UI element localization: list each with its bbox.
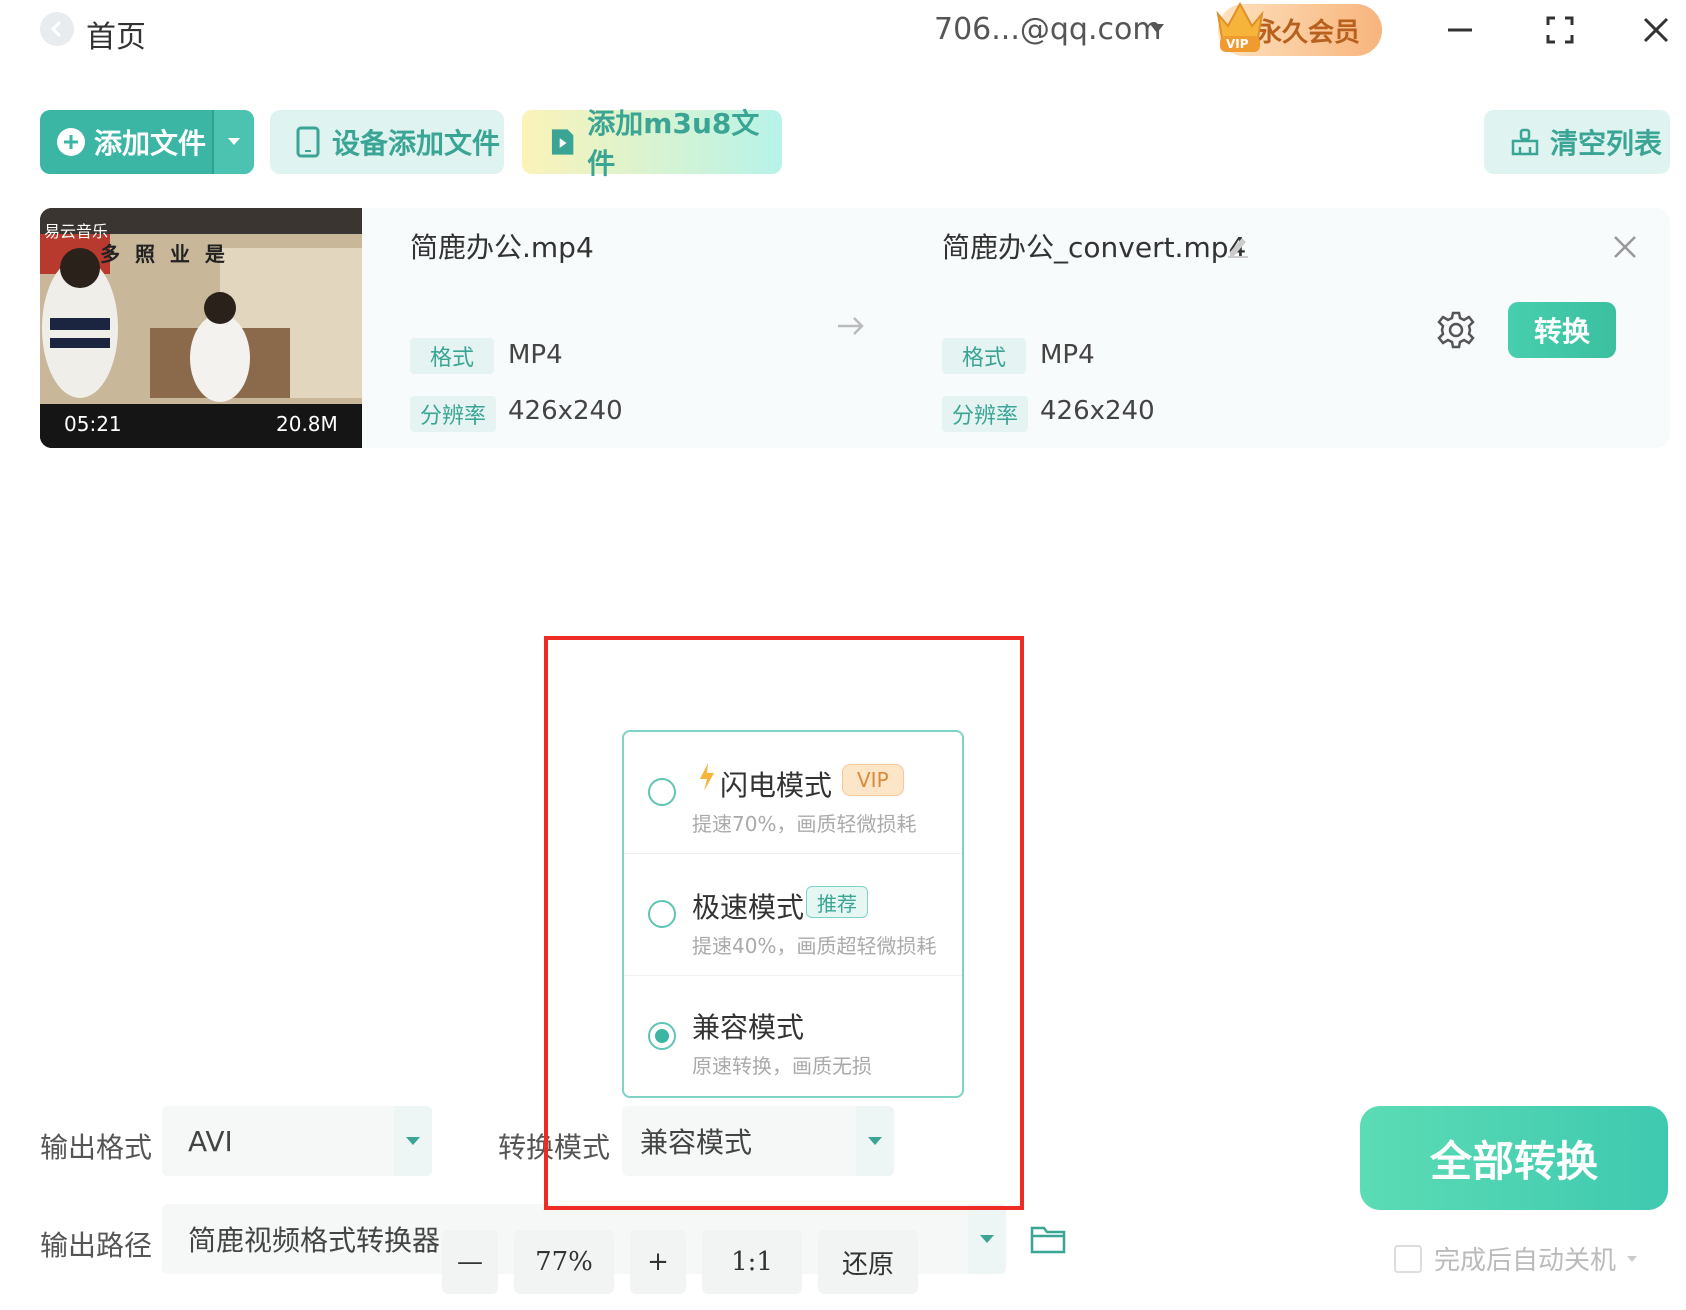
- auto-shutdown-label: 完成后自动关机: [1434, 1246, 1617, 1276]
- minimize-icon: [1448, 28, 1472, 32]
- output-resolution-tag: 分辨率: [942, 396, 1029, 432]
- crown-vip-text: VIP: [1226, 37, 1249, 51]
- add-file-label: 添加文件: [94, 127, 207, 160]
- output-path-caret-icon[interactable]: [968, 1204, 1006, 1274]
- caret-down-icon[interactable]: [1626, 1255, 1638, 1263]
- add-file-dropdown-button[interactable]: [212, 110, 254, 174]
- add-m3u8-label: 添加m3u8文件: [587, 107, 760, 180]
- source-file-name: 简鹿办公.mp4: [410, 231, 594, 264]
- close-icon: [1614, 236, 1636, 258]
- account-caret-icon[interactable]: [1150, 24, 1164, 33]
- arrow-left-icon: [50, 21, 61, 37]
- device-add-file-button[interactable]: 设备添加文件: [270, 110, 504, 174]
- output-path-label: 输出路径: [40, 1229, 153, 1262]
- broom-icon: [1511, 128, 1539, 156]
- crown-icon: VIP: [1212, 0, 1268, 54]
- output-file-name[interactable]: 简鹿办公_convert.mp4: [942, 226, 1246, 266]
- clear-list-label: 清空列表: [1550, 127, 1663, 160]
- video-file-icon: [551, 129, 574, 155]
- zoom-level: 77%: [514, 1230, 614, 1294]
- maximize-button[interactable]: [1540, 10, 1580, 50]
- zoom-actual-size-button[interactable]: 1:1: [702, 1230, 802, 1294]
- account-email[interactable]: 706...@qq.com: [934, 12, 1162, 47]
- minimize-button[interactable]: [1440, 10, 1480, 50]
- convert-button[interactable]: 转换: [1508, 302, 1616, 358]
- close-window-button[interactable]: [1636, 10, 1676, 50]
- fullscreen-icon: [1546, 16, 1574, 44]
- convert-all-button[interactable]: 全部转换: [1360, 1106, 1668, 1210]
- source-resolution-value: 426x240: [508, 396, 623, 426]
- video-size: 20.8M: [276, 412, 338, 436]
- thumbnail-brand: 易云音乐: [44, 222, 109, 241]
- zoom-reset-button[interactable]: 还原: [818, 1230, 918, 1294]
- thumbnail-subtitle: 多 照 业 是: [100, 242, 229, 266]
- add-m3u8-button[interactable]: 添加m3u8文件: [522, 107, 782, 180]
- source-format-value: MP4: [508, 340, 563, 370]
- output-resolution-value: 426x240: [1040, 396, 1155, 426]
- zoom-in-button[interactable]: +: [630, 1230, 686, 1294]
- output-format-tag: 格式: [942, 338, 1027, 374]
- source-resolution-tag: 分辨率: [410, 396, 497, 432]
- add-file-button[interactable]: 添加文件: [40, 110, 254, 174]
- vip-badge-label: 永久会员: [1255, 17, 1360, 48]
- device-add-label: 设备添加文件: [332, 127, 501, 160]
- caret-down-icon: [228, 138, 240, 145]
- edit-pencil-icon[interactable]: [1226, 232, 1250, 262]
- video-thumbnail[interactable]: 易云音乐 多 照 业 是 05:21 20.8M: [40, 208, 362, 448]
- folder-icon[interactable]: [1030, 1222, 1066, 1258]
- auto-shutdown-checkbox[interactable]: [1394, 1244, 1422, 1273]
- phone-icon: [296, 126, 320, 158]
- remove-file-button[interactable]: [1612, 234, 1638, 264]
- output-path-value: 简鹿视频格式转换器: [188, 1224, 441, 1257]
- settings-button[interactable]: [1436, 310, 1476, 354]
- arrow-right-icon: [836, 314, 866, 342]
- auto-shutdown-option[interactable]: 完成后自动关机: [1394, 1240, 1638, 1277]
- clear-list-button[interactable]: 清空列表: [1484, 110, 1670, 174]
- highlight-box: [544, 636, 1024, 1210]
- output-format-select[interactable]: AVI: [162, 1106, 432, 1176]
- output-format-caret-icon[interactable]: [394, 1106, 432, 1176]
- zoom-out-button[interactable]: —: [442, 1230, 498, 1294]
- output-format-value: MP4: [1040, 340, 1095, 370]
- close-icon: [1643, 17, 1669, 43]
- source-format-tag: 格式: [410, 338, 495, 374]
- back-button[interactable]: [40, 12, 74, 46]
- output-format-value: AVI: [188, 1124, 233, 1158]
- output-format-label: 输出格式: [40, 1131, 153, 1164]
- plus-circle-icon: [57, 128, 85, 156]
- gear-icon: [1437, 311, 1475, 349]
- video-duration: 05:21: [64, 412, 122, 436]
- home-label[interactable]: 首页: [86, 12, 146, 56]
